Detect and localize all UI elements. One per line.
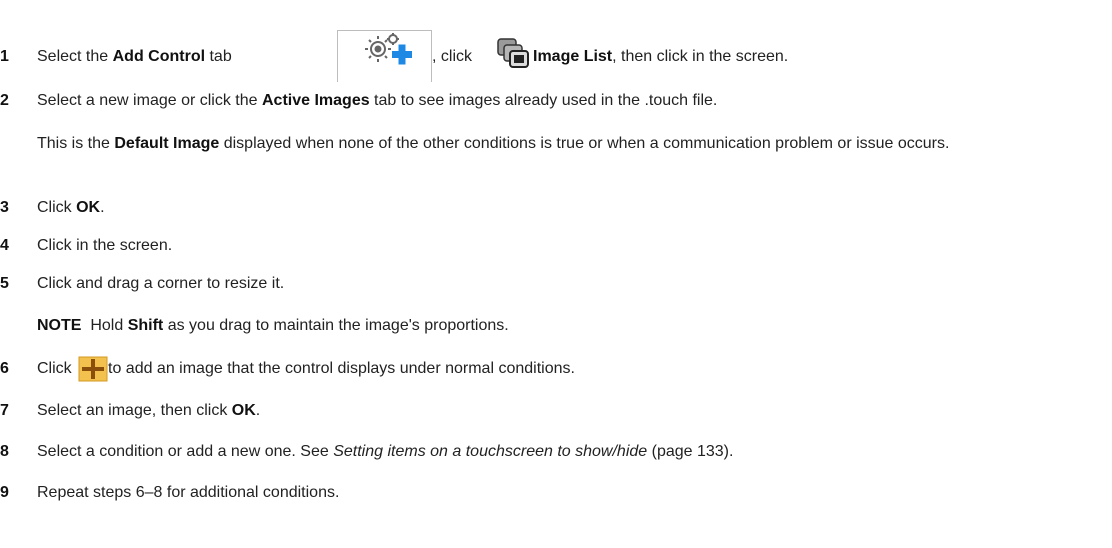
image-list-icon [496, 37, 530, 69]
text-run: . [100, 199, 105, 216]
step-text: Click in the screen. [37, 237, 173, 254]
text-run: Hold [81, 317, 128, 334]
text-run: Click [37, 199, 77, 216]
step-text: Click OK. [37, 199, 105, 217]
plus-icon [78, 356, 108, 382]
step-number: 5 [0, 275, 9, 292]
text-run: displayed when none of the other conditi… [219, 135, 950, 152]
step-text: Repeat steps 6–8 for additional conditio… [37, 484, 340, 501]
ui-term-shift: Shift [127, 317, 164, 334]
step-number: 9 [0, 484, 9, 501]
text-run: Select a new image or click the [37, 92, 262, 109]
step-text: Select the Add Control tab [37, 48, 232, 66]
note-label: NOTE [37, 317, 82, 334]
text-run: This is the [37, 135, 115, 152]
text-run: as you drag to maintain the image's prop… [163, 317, 509, 334]
step-number: 7 [0, 402, 9, 419]
step-number: 2 [0, 92, 9, 109]
step-number: 4 [0, 237, 9, 254]
ui-term-active-images: Active Images [262, 92, 370, 109]
step-note: NOTE Hold Shift as you drag to maintain … [37, 317, 509, 335]
ui-term-image-list: Image List [533, 48, 613, 65]
step-number: 6 [0, 360, 9, 377]
step-text: Select an image, then click OK. [37, 402, 260, 420]
text-run: Select a condition or add a new one. See [37, 443, 334, 460]
step-number: 8 [0, 443, 9, 460]
step-text-cont: to add an image that the control display… [108, 360, 575, 377]
step-number: 3 [0, 199, 9, 216]
step-note: This is the Default Image displayed when… [37, 133, 1107, 154]
step-text: Click [37, 360, 72, 377]
step-text: Click and drag a corner to resize it. [37, 275, 285, 292]
step-number: 1 [0, 48, 9, 65]
step-text: Select a new image or click the Active I… [37, 92, 717, 110]
ui-term-add-control: Add Control [112, 48, 206, 65]
step-text-cont: Image List, then click in the screen. [533, 48, 788, 66]
text-run: Select the [37, 48, 113, 65]
text-run: Select an image, then click [37, 402, 232, 419]
add-control-tab-icon [337, 30, 432, 82]
ui-term-default-image: Default Image [114, 135, 220, 152]
ui-term-ok: OK [231, 402, 256, 419]
step-text-cont: , click [432, 48, 472, 66]
gear-plus-icon [365, 33, 412, 65]
step-text: Select a condition or add a new one. See… [37, 443, 733, 461]
text-run: . [255, 402, 261, 419]
text-run: , click [432, 48, 472, 65]
ui-term-ok: OK [76, 199, 101, 216]
text-run: , then click in the screen. [612, 48, 789, 65]
text-run: tab [205, 48, 232, 65]
cross-reference-link[interactable]: Setting items on a touchscreen to show/h… [333, 443, 647, 460]
text-run: (page 133). [647, 443, 734, 460]
text-run: tab to see images already used in the .t… [369, 92, 718, 109]
